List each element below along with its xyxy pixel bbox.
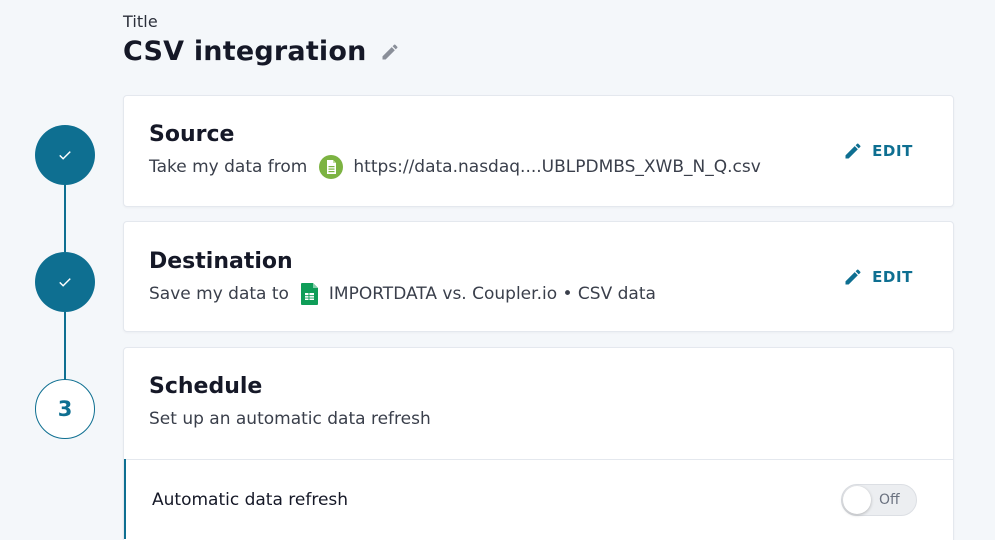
stepper-line [64,312,66,380]
page-title: CSV integration [123,36,367,67]
destination-title: Destination [149,249,293,274]
automatic-refresh-label: Automatic data refresh [152,490,349,510]
step-2-complete [35,252,95,312]
toggle-knob [843,486,871,514]
check-icon [59,151,71,160]
toggle-state-label: Off [879,492,900,508]
title-label: Title [123,12,158,31]
csv-file-icon [319,155,344,179]
source-card: Source Take my data from https://data.na… [123,95,954,207]
schedule-title: Schedule [149,374,263,399]
pencil-icon [845,269,861,285]
edit-source-button[interactable]: EDIT [843,141,913,161]
source-url: https://data.nasdaq....UBLPDMBS_XWB_N_Q.… [353,157,761,177]
destination-description: Save my data to IMPORTDATA vs. Coupler.i… [149,283,656,305]
source-prefix: Take my data from [149,157,308,177]
edit-label: EDIT [872,268,913,286]
step-1-complete [35,125,95,185]
destination-prefix: Save my data to [149,284,289,304]
automatic-refresh-toggle[interactable]: Off [841,484,917,516]
edit-label: EDIT [872,142,913,160]
source-description: Take my data from https://data.nasdaq...… [149,155,761,179]
automatic-refresh-row: Automatic data refresh Off [124,459,953,539]
step-number: 3 [57,397,73,421]
title-row: CSV integration [123,36,401,67]
schedule-card: Schedule Set up an automatic data refres… [123,347,954,540]
source-title: Source [149,122,235,147]
stepper-line [64,184,66,252]
step-3-current: 3 [35,379,95,439]
schedule-subtitle: Set up an automatic data refresh [149,409,431,429]
edit-destination-button[interactable]: EDIT [843,267,913,287]
destination-name: IMPORTDATA vs. Coupler.io • CSV data [328,284,656,304]
destination-card: Destination Save my data to IMPORTDATA v… [123,221,954,332]
google-sheets-icon [300,283,319,305]
pencil-icon [845,143,861,159]
check-icon [59,278,71,287]
pencil-icon[interactable] [379,41,401,63]
